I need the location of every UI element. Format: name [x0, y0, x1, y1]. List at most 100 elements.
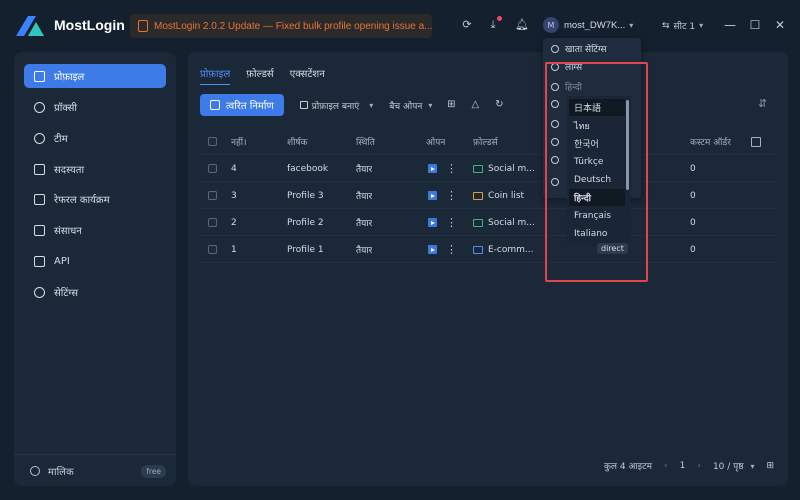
select-all-checkbox[interactable]	[208, 137, 217, 146]
more-icon[interactable]: ⋮	[446, 189, 457, 202]
globe-icon[interactable]	[551, 120, 565, 128]
tab-folders[interactable]: फ़ोल्डर्स	[246, 66, 273, 85]
row-checkbox[interactable]	[208, 191, 217, 200]
sidebar-item-referral[interactable]: रेफरल कार्यक्रम	[24, 187, 166, 211]
toolbar: त्वरित निर्माण प्रोफ़ाइल बनाएं ▾ बैच ओपन…	[200, 94, 776, 116]
sidebar-item-label: प्रॉक्सी	[54, 103, 78, 114]
tab-profiles[interactable]: प्रोफ़ाइल	[200, 66, 231, 85]
quick-create-label: त्वरित निर्माण	[226, 101, 274, 112]
row-no: 4	[231, 163, 237, 174]
row-no: 3	[231, 190, 237, 201]
chevron-down-icon: ▾	[428, 100, 433, 110]
row-checkbox[interactable]	[208, 218, 217, 227]
language-option-selected[interactable]: हिन्दी	[569, 189, 625, 206]
logout-icon[interactable]	[551, 178, 565, 186]
theme-icon[interactable]	[551, 100, 565, 108]
logs-label: लॉग्स	[565, 63, 583, 73]
header-custom-order[interactable]: कस्टम ऑर्डर	[690, 128, 731, 155]
row-checkbox[interactable]	[208, 164, 217, 173]
minimize-button[interactable]: —	[723, 18, 737, 32]
row-order: 0	[690, 217, 696, 228]
sidebar-item-settings[interactable]: सेटिंग्स	[24, 280, 166, 304]
row-folder: Coin list	[488, 190, 525, 201]
language-submenu: 日本語 ไทย 한국어 Türkçe Deutsch हिन्दी França…	[567, 96, 631, 246]
create-profile-label: प्रोफ़ाइल बनाएं	[311, 101, 360, 112]
row-title: Profile 1	[287, 244, 324, 255]
info-icon[interactable]	[551, 156, 565, 164]
table-row[interactable]: 3 Profile 3 तैयार ⋮ Coin list 0	[200, 182, 776, 209]
language-option[interactable]: Français	[569, 207, 625, 224]
open-profile-button[interactable]	[428, 218, 437, 227]
seat-label: सीट 1	[673, 22, 696, 32]
warning-triangle-icon[interactable]: △	[470, 100, 480, 110]
app-title: MostLogin	[54, 17, 125, 33]
close-button[interactable]: ✕	[773, 18, 787, 32]
maximize-button[interactable]: ☐	[748, 18, 762, 32]
language-option[interactable]: 日本語	[569, 99, 625, 116]
page-size-select[interactable]: 10 / पृष्ठ ▾	[713, 459, 755, 472]
logs-item[interactable]: लॉग्स	[551, 60, 582, 73]
row-order: 0	[690, 244, 696, 255]
sidebar-item-team[interactable]: टीम	[24, 126, 166, 150]
more-icon[interactable]: ⋮	[446, 216, 457, 229]
prev-page-icon[interactable]: ‹	[664, 461, 668, 471]
table-row[interactable]: 1 Profile 1 तैयार ⋮ E-comm... 0	[200, 236, 776, 263]
language-option[interactable]: Italiano	[569, 225, 625, 242]
language-scrollbar[interactable]	[626, 100, 629, 190]
sidebar-item-resources[interactable]: संसाधन	[24, 218, 166, 242]
language-option[interactable]: ไทย	[569, 117, 625, 134]
folder-icon	[473, 164, 483, 173]
seat-selector[interactable]: ⇆ सीट 1 ▾	[662, 19, 703, 33]
row-order: 0	[690, 163, 696, 174]
header-folders: फ़ोल्डर्स	[473, 138, 498, 148]
language-option[interactable]: Deutsch	[569, 171, 625, 188]
header-no: नहीं।	[231, 138, 247, 148]
table-row[interactable]: 4 facebook तैयार ⋮ Social m... 0	[200, 155, 776, 182]
column-settings-icon[interactable]	[751, 136, 761, 147]
language-item[interactable]: हिन्दी	[551, 80, 582, 93]
download-icon[interactable]: ⤓	[487, 19, 499, 31]
open-profile-button[interactable]	[428, 245, 437, 254]
help-icon[interactable]	[551, 138, 565, 146]
refresh-icon[interactable]: ↻	[494, 100, 504, 110]
owner-label: मालिक	[48, 466, 74, 478]
row-no: 1	[231, 244, 237, 255]
download-badge-dot	[497, 16, 502, 21]
grid-view-icon[interactable]: ⊞	[766, 461, 774, 471]
more-icon[interactable]: ⋮	[446, 162, 457, 175]
quick-create-button[interactable]: त्वरित निर्माण	[200, 94, 284, 116]
open-profile-button[interactable]	[428, 191, 437, 200]
move-to-folder-icon[interactable]: ⊞	[446, 100, 456, 110]
page-number[interactable]: 1	[680, 461, 686, 471]
sidebar-item-proxies[interactable]: प्रॉक्सी	[24, 95, 166, 119]
account-settings-item[interactable]: खाता सेटिंग्स	[551, 42, 607, 55]
table-row[interactable]: 2 Profile 2 तैयार ⋮ Social m... 0	[200, 209, 776, 236]
sidebar-item-profiles[interactable]: प्रोफ़ाइल	[24, 64, 166, 88]
batch-open-button[interactable]: बैच ओपन ▾	[389, 99, 432, 112]
language-option[interactable]: 한국어	[569, 135, 625, 152]
row-order: 0	[690, 190, 696, 201]
language-label: हिन्दी	[565, 83, 583, 93]
subscription-icon	[34, 163, 45, 175]
pagination: कुल 4 आइटम ‹ 1 › 10 / पृष्ठ ▾ ⊞	[604, 459, 774, 473]
filter-icon[interactable]: ⇵	[758, 98, 770, 110]
header-title[interactable]: शीर्षक	[287, 128, 308, 155]
sidebar-footer[interactable]: मालिक free	[14, 454, 176, 486]
row-folder: E-comm...	[488, 244, 534, 255]
bell-icon[interactable]: 🔔︎	[515, 19, 529, 31]
tab-extensions[interactable]: एक्सटेंशन	[290, 66, 325, 85]
user-menu-trigger[interactable]: M most_DW7K... ▾	[543, 17, 633, 33]
sidebar-item-label: रेफरल कार्यक्रम	[54, 195, 110, 206]
next-page-icon[interactable]: ›	[697, 461, 701, 471]
update-banner[interactable]: MostLogin 2.0.2 Update — Fixed bulk prof…	[130, 14, 432, 38]
language-icon	[551, 82, 559, 91]
header-open: ओपन	[426, 138, 446, 148]
sidebar-item-api[interactable]: API	[24, 249, 166, 273]
create-profile-button[interactable]: प्रोफ़ाइल बनाएं ▾	[299, 99, 373, 112]
open-profile-button[interactable]	[428, 164, 437, 173]
language-option[interactable]: Türkçe	[569, 153, 625, 170]
more-icon[interactable]: ⋮	[446, 243, 457, 256]
sidebar-item-subscription[interactable]: सदस्यता	[24, 157, 166, 181]
row-checkbox[interactable]	[208, 245, 217, 254]
refresh-icon[interactable]: ⟳	[461, 19, 473, 31]
